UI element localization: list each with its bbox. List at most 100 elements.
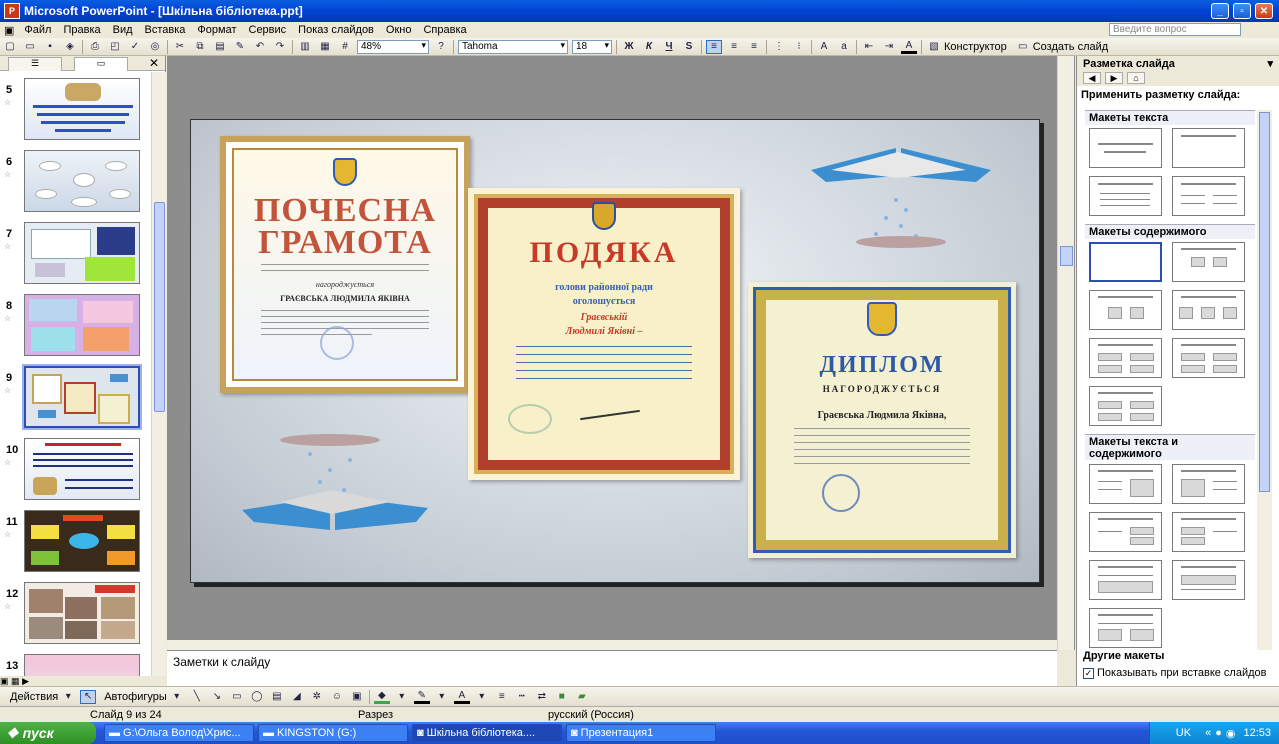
task-kingston-drive[interactable]: ▬ KINGSTON (G:) bbox=[258, 724, 408, 742]
certificate-thanks[interactable]: ПОДЯКА голови районної ради оголошується… bbox=[468, 188, 740, 480]
redo-icon[interactable]: ↷ bbox=[272, 40, 288, 54]
tray-arrow-icon[interactable]: « bbox=[1205, 727, 1211, 739]
layout-blank[interactable] bbox=[1089, 242, 1162, 282]
copy-icon[interactable]: ⧉ bbox=[192, 40, 208, 54]
layout-title-content[interactable] bbox=[1172, 242, 1245, 282]
open-icon[interactable]: ▭ bbox=[22, 40, 38, 54]
antivirus-icon[interactable]: ● bbox=[1215, 727, 1222, 739]
forward-icon[interactable]: ▶ bbox=[1105, 72, 1123, 84]
shadow-style-icon[interactable]: ■ bbox=[554, 690, 570, 704]
slide-thumb-5[interactable]: 5 ☆ bbox=[0, 76, 150, 142]
rectangle-icon[interactable]: ▭ bbox=[229, 690, 245, 704]
layout-content-2[interactable] bbox=[1172, 290, 1245, 330]
work-area-hscrollbar[interactable] bbox=[167, 640, 1057, 650]
menu-format[interactable]: Формат bbox=[191, 24, 242, 36]
certificate-diploma[interactable]: ДИПЛОМ НАГОРОДЖУЄТЬСЯ Граєвська Людмила … bbox=[748, 282, 1016, 558]
underline-button[interactable]: Ч bbox=[661, 40, 677, 54]
network-icon[interactable]: ◉ bbox=[1226, 727, 1236, 740]
font-color-icon[interactable]: A bbox=[453, 690, 470, 704]
slide-thumb-8[interactable]: 8 ☆ bbox=[0, 292, 150, 358]
minimize-button[interactable]: _ bbox=[1211, 3, 1229, 19]
slides-scrollbar[interactable] bbox=[151, 72, 166, 676]
slide-thumb-13[interactable]: 13☆ bbox=[0, 652, 150, 676]
task-pane-scrollbar[interactable] bbox=[1257, 110, 1272, 650]
menu-view[interactable]: Вид bbox=[107, 24, 139, 36]
scrollbar-thumb[interactable] bbox=[1060, 246, 1073, 266]
sorter-view-icon[interactable]: ▦ bbox=[11, 676, 20, 686]
chevron-down-icon[interactable]: ▾ bbox=[474, 690, 490, 704]
spelling-icon[interactable]: ✓ bbox=[127, 40, 143, 54]
arrow-icon[interactable]: ↘ bbox=[209, 690, 225, 704]
zoom-combo[interactable]: 48% bbox=[357, 39, 429, 54]
paste-icon[interactable]: ▤ bbox=[212, 40, 228, 54]
start-button[interactable]: ❖ пуск bbox=[0, 722, 96, 744]
slide-thumb-6[interactable]: 6 ☆ bbox=[0, 148, 150, 214]
save-icon[interactable]: ▪ bbox=[42, 40, 58, 54]
wordart-icon[interactable]: ◢ bbox=[289, 690, 305, 704]
layout-text-content-5[interactable] bbox=[1089, 560, 1162, 600]
task-explorer-folder[interactable]: ▬ G:\Ольга Волод\Хрис... bbox=[104, 724, 254, 742]
shadow-button[interactable]: S bbox=[681, 40, 697, 54]
notes-pane[interactable]: Заметки к слайду bbox=[167, 650, 1057, 686]
increase-indent-icon[interactable]: ⇥ bbox=[881, 40, 897, 54]
layout-text-content-2[interactable] bbox=[1172, 464, 1245, 504]
chevron-down-icon[interactable]: ▾ bbox=[60, 690, 76, 704]
show-on-insert[interactable]: ✓ Показывать при вставке слайдов bbox=[1083, 667, 1267, 679]
research-icon[interactable]: ◎ bbox=[147, 40, 163, 54]
slide-thumb-12[interactable]: 12 ☆ bbox=[0, 580, 150, 646]
layout-text-content-7[interactable] bbox=[1089, 608, 1162, 648]
menu-window[interactable]: Окно bbox=[380, 24, 418, 36]
layout-content-5[interactable] bbox=[1089, 386, 1162, 426]
clipart-icon[interactable]: ☺ bbox=[329, 690, 345, 704]
select-pointer-icon[interactable]: ↖ bbox=[80, 689, 97, 704]
align-right-icon[interactable]: ≡ bbox=[746, 40, 762, 54]
line-color-icon[interactable]: ✎ bbox=[413, 690, 430, 704]
designer-icon[interactable]: ▧ bbox=[926, 40, 942, 54]
cut-icon[interactable]: ✂ bbox=[172, 40, 188, 54]
help-icon[interactable]: ? bbox=[433, 40, 449, 54]
chevron-down-icon[interactable]: ▾ bbox=[434, 690, 450, 704]
menu-slideshow[interactable]: Показ слайдов bbox=[292, 24, 380, 36]
task-powerpoint-doc[interactable]: ◙ Шкільна бібліотека.... bbox=[412, 724, 562, 742]
slides-tab[interactable]: ▭ bbox=[74, 57, 128, 71]
designer-button[interactable]: Конструктор bbox=[944, 41, 1007, 53]
decrease-indent-icon[interactable]: ⇤ bbox=[861, 40, 877, 54]
menu-edit[interactable]: Правка bbox=[57, 24, 106, 36]
fill-color-icon[interactable]: ◆ bbox=[373, 690, 390, 704]
actions-menu[interactable]: Действия bbox=[10, 691, 58, 703]
slide-thumb-10[interactable]: 10 ☆ bbox=[0, 436, 150, 502]
align-left-icon[interactable]: ≡ bbox=[706, 39, 722, 54]
certificate-honor[interactable]: ПОЧЕСНА ГРАМОТА нагороджується ГРАЄВСЬКА… bbox=[220, 136, 470, 393]
scrollbar-thumb[interactable] bbox=[1259, 112, 1270, 492]
show-on-insert-checkbox[interactable]: ✓ bbox=[1083, 667, 1094, 679]
bullets-icon[interactable]: ⁝ bbox=[791, 40, 807, 54]
chevron-down-icon[interactable]: ▾ bbox=[169, 690, 185, 704]
layout-text-content-3[interactable] bbox=[1089, 512, 1162, 552]
close-button[interactable]: ✕ bbox=[1255, 3, 1273, 19]
layout-title-slide[interactable] bbox=[1089, 128, 1162, 168]
new-slide-icon[interactable]: ▭ bbox=[1015, 40, 1031, 54]
menu-file[interactable]: Файл bbox=[18, 24, 57, 36]
diagram-icon[interactable]: ✲ bbox=[309, 690, 325, 704]
line-style-icon[interactable]: ≡ bbox=[494, 690, 510, 704]
layout-two-columns[interactable] bbox=[1172, 176, 1245, 216]
layout-text-content-6[interactable] bbox=[1172, 560, 1245, 600]
menu-insert[interactable]: Вставка bbox=[139, 24, 192, 36]
task-pane-dropdown-icon[interactable]: ▾ bbox=[1267, 57, 1273, 70]
permission-icon[interactable]: ◈ bbox=[62, 40, 78, 54]
layout-content-1[interactable] bbox=[1089, 290, 1162, 330]
close-icon[interactable]: ✕ bbox=[149, 56, 159, 70]
layout-title-only[interactable] bbox=[1172, 128, 1245, 168]
shrink-font-icon[interactable]: a bbox=[836, 40, 852, 54]
layout-title-text[interactable] bbox=[1089, 176, 1162, 216]
dash-style-icon[interactable]: ┅ bbox=[514, 690, 530, 704]
numbering-icon[interactable]: ⋮ bbox=[771, 40, 787, 54]
layout-text-content-1[interactable] bbox=[1089, 464, 1162, 504]
task-presentation[interactable]: ◙ Презентация1 bbox=[566, 724, 716, 742]
autoshapes-menu[interactable]: Автофигуры bbox=[104, 691, 167, 703]
normal-view-icon[interactable]: ▣ bbox=[0, 676, 9, 686]
chevron-down-icon[interactable]: ▾ bbox=[394, 690, 410, 704]
layout-text-content-4[interactable] bbox=[1172, 512, 1245, 552]
grow-font-icon[interactable]: A bbox=[816, 40, 832, 54]
line-icon[interactable]: ╲ bbox=[189, 690, 205, 704]
